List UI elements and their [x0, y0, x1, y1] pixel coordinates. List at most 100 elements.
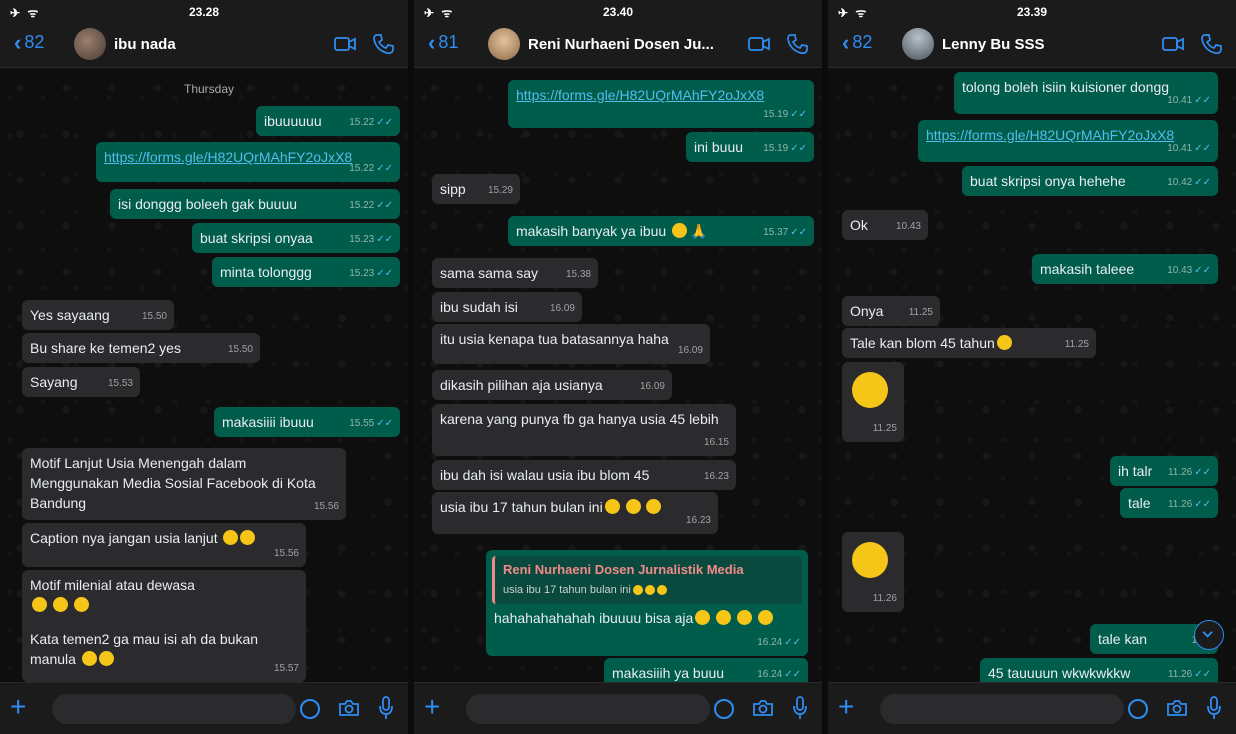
message-outgoing[interactable]: tale 11.26 ✓✓: [1120, 488, 1218, 518]
form-link[interactable]: https://forms.gle/H82UQrMAhFY2oJxX8: [926, 127, 1174, 143]
sticker-icon[interactable]: [714, 699, 734, 719]
back-button[interactable]: ‹ 82: [14, 31, 45, 53]
avatar[interactable]: [74, 28, 106, 60]
message-time: 11.25: [872, 423, 897, 434]
message-incoming[interactable]: Bu share ke temen2 yes 15.50: [22, 333, 260, 363]
contact-name[interactable]: ibu nada: [114, 36, 176, 53]
composer-bar: +: [414, 682, 822, 734]
message-text: tale: [1128, 495, 1151, 511]
message-outgoing[interactable]: https://forms.gle/H82UQrMAhFY2oJxX8 10.41…: [918, 120, 1218, 162]
message-incoming[interactable]: Onya 11.25: [842, 296, 940, 326]
sticker-icon[interactable]: [300, 699, 320, 719]
message-incoming-emoji[interactable]: 11.25: [842, 362, 904, 442]
message-outgoing[interactable]: buat skripsi onya hehehe 10.42 ✓✓: [962, 166, 1218, 196]
microphone-icon[interactable]: [1206, 696, 1222, 720]
message-meta: 10.43 ✓✓: [1167, 261, 1211, 281]
message-incoming[interactable]: karena yang punya fb ga hanya usia 45 le…: [432, 404, 736, 456]
message-time: 15.22: [349, 200, 375, 211]
quoted-message[interactable]: Reni Nurhaeni Dosen Jurnalistik Media us…: [492, 556, 802, 604]
chat-panel-3: ✈ ︎ᯤ 23.39 ‹ 82 Lenny Bu SSS tolong boleh…: [828, 0, 1236, 734]
message-incoming[interactable]: Motif milenial atau dewasa Kata temen2 g…: [22, 570, 306, 682]
message-incoming[interactable]: dikasih pilihan aja usianya 16.09: [432, 370, 672, 400]
sob-emoji-icon: [757, 610, 773, 625]
hushed-emoji-icon: [240, 530, 256, 545]
message-outgoing[interactable]: tolong boleh isiin kuisioner dongg 10.41 ✓…: [954, 72, 1218, 114]
camera-icon[interactable]: [338, 699, 360, 717]
message-text: tale kan: [1098, 631, 1148, 647]
message-outgoing[interactable]: makasiiii ibuuu 15.55 ✓✓: [214, 407, 400, 437]
message-incoming[interactable]: itu usia kenapa tua batasannya haha 16.09: [432, 324, 710, 364]
message-outgoing[interactable]: isi donggg boleeh gak buuuu 15.22 ✓✓: [110, 189, 400, 219]
form-link[interactable]: https://forms.gle/H82UQrMAhFY2oJxX8: [516, 87, 764, 103]
message-incoming[interactable]: sipp 15.29: [432, 174, 520, 204]
message-input[interactable]: [52, 694, 296, 724]
read-tick-icon: ✓✓: [1194, 669, 1211, 680]
message-incoming[interactable]: Ok 10.43: [842, 210, 928, 240]
microphone-icon[interactable]: [792, 696, 808, 720]
read-tick-icon: ✓✓: [784, 637, 801, 648]
message-text: hahahahahahah ibuuuu bisa aja: [494, 610, 694, 626]
message-time: 15.23: [349, 268, 375, 279]
scroll-to-bottom-button[interactable]: [1194, 620, 1224, 650]
attach-plus-icon[interactable]: +: [10, 693, 26, 721]
message-incoming[interactable]: sama sama say 15.38: [432, 258, 598, 288]
sticker-icon[interactable]: [1128, 699, 1148, 719]
phone-call-icon[interactable]: [786, 33, 808, 55]
camera-icon[interactable]: [1166, 699, 1188, 717]
video-call-icon[interactable]: [334, 36, 356, 52]
message-outgoing[interactable]: makasih banyak ya ibuu 🙏 15.37 ✓✓: [508, 216, 814, 246]
message-incoming[interactable]: ibu dah isi walau usia ibu blom 45 16.23: [432, 460, 736, 490]
status-bar: ✈ ︎ᯤ 23.40: [414, 0, 822, 22]
message-text: Onya: [850, 303, 884, 319]
message-outgoing[interactable]: 45 tauuuun wkwkwkkw 11.26 ✓✓: [980, 658, 1218, 682]
rofl-emoji-icon: [656, 585, 667, 595]
message-outgoing[interactable]: makasih taleee 10.43 ✓✓: [1032, 254, 1218, 284]
camera-icon[interactable]: [752, 699, 774, 717]
video-call-icon[interactable]: [1162, 36, 1184, 52]
message-outgoing[interactable]: ini buuu 15.19 ✓✓: [686, 132, 814, 162]
back-count: 82: [24, 32, 45, 52]
attach-plus-icon[interactable]: +: [838, 693, 854, 721]
phone-call-icon[interactable]: [1200, 33, 1222, 55]
message-incoming[interactable]: Tale kan blom 45 tahun 11.25: [842, 328, 1096, 358]
message-time: 11.25: [908, 307, 933, 318]
contact-name[interactable]: Lenny Bu SSS: [942, 36, 1045, 53]
message-incoming[interactable]: Sayang 15.53: [22, 367, 140, 397]
message-time: 15.57: [273, 663, 299, 674]
message-outgoing[interactable]: https://forms.gle/H82UQrMAhFY2oJxX8 15.22…: [96, 142, 400, 182]
message-incoming[interactable]: usia ibu 17 tahun bulan ini 16.23: [432, 492, 718, 534]
message-input[interactable]: [880, 694, 1124, 724]
message-text: usia ibu 17 tahun bulan ini: [440, 499, 603, 515]
back-button[interactable]: ‹ 81: [428, 31, 458, 53]
message-meta: 15.19 ✓✓: [763, 105, 807, 125]
microphone-icon[interactable]: [378, 696, 394, 720]
message-outgoing[interactable]: makasiiih ya buuu 16.24 ✓✓: [604, 658, 808, 682]
message-time: 15.50: [227, 344, 253, 355]
message-outgoing[interactable]: ibuuuuuu 15.22 ✓✓: [256, 106, 400, 136]
phone-call-icon[interactable]: [372, 33, 394, 55]
message-incoming[interactable]: Motif Lanjut Usia Menengah dalam Menggun…: [22, 448, 346, 520]
laughing-tears-emoji-icon: [852, 372, 888, 408]
sob-emoji-icon: [737, 610, 753, 625]
attach-plus-icon[interactable]: +: [424, 693, 440, 721]
message-text: Tale kan blom 45 tahun: [850, 335, 995, 351]
video-call-icon[interactable]: [748, 36, 770, 52]
message-time: 11.25: [1064, 339, 1089, 350]
message-incoming[interactable]: ibu sudah isi 16.09: [432, 292, 582, 322]
message-incoming-emoji[interactable]: 11.26: [842, 532, 904, 612]
message-text: karena yang punya fb ga hanya usia 45 le…: [440, 411, 719, 427]
avatar[interactable]: [902, 28, 934, 60]
message-text: sama sama say: [440, 265, 539, 281]
message-incoming[interactable]: Yes sayaang 15.50: [22, 300, 174, 330]
form-link[interactable]: https://forms.gle/H82UQrMAhFY2oJxX8: [104, 149, 352, 165]
avatar[interactable]: [488, 28, 520, 60]
message-outgoing[interactable]: https://forms.gle/H82UQrMAhFY2oJxX8 15.19…: [508, 80, 814, 128]
contact-name[interactable]: Reni Nurhaeni Dosen Ju...: [528, 36, 714, 53]
message-outgoing-reply[interactable]: Reni Nurhaeni Dosen Jurnalistik Media us…: [486, 550, 808, 656]
message-input[interactable]: [466, 694, 710, 724]
message-incoming[interactable]: Caption nya jangan usia lanjut 15.56: [22, 523, 306, 567]
message-outgoing[interactable]: buat skripsi onyaa 15.23 ✓✓: [192, 223, 400, 253]
message-outgoing[interactable]: minta tolonggg 15.23 ✓✓: [212, 257, 400, 287]
message-outgoing[interactable]: ih talr 11.26 ✓✓: [1110, 456, 1218, 486]
back-button[interactable]: ‹ 82: [842, 31, 872, 53]
